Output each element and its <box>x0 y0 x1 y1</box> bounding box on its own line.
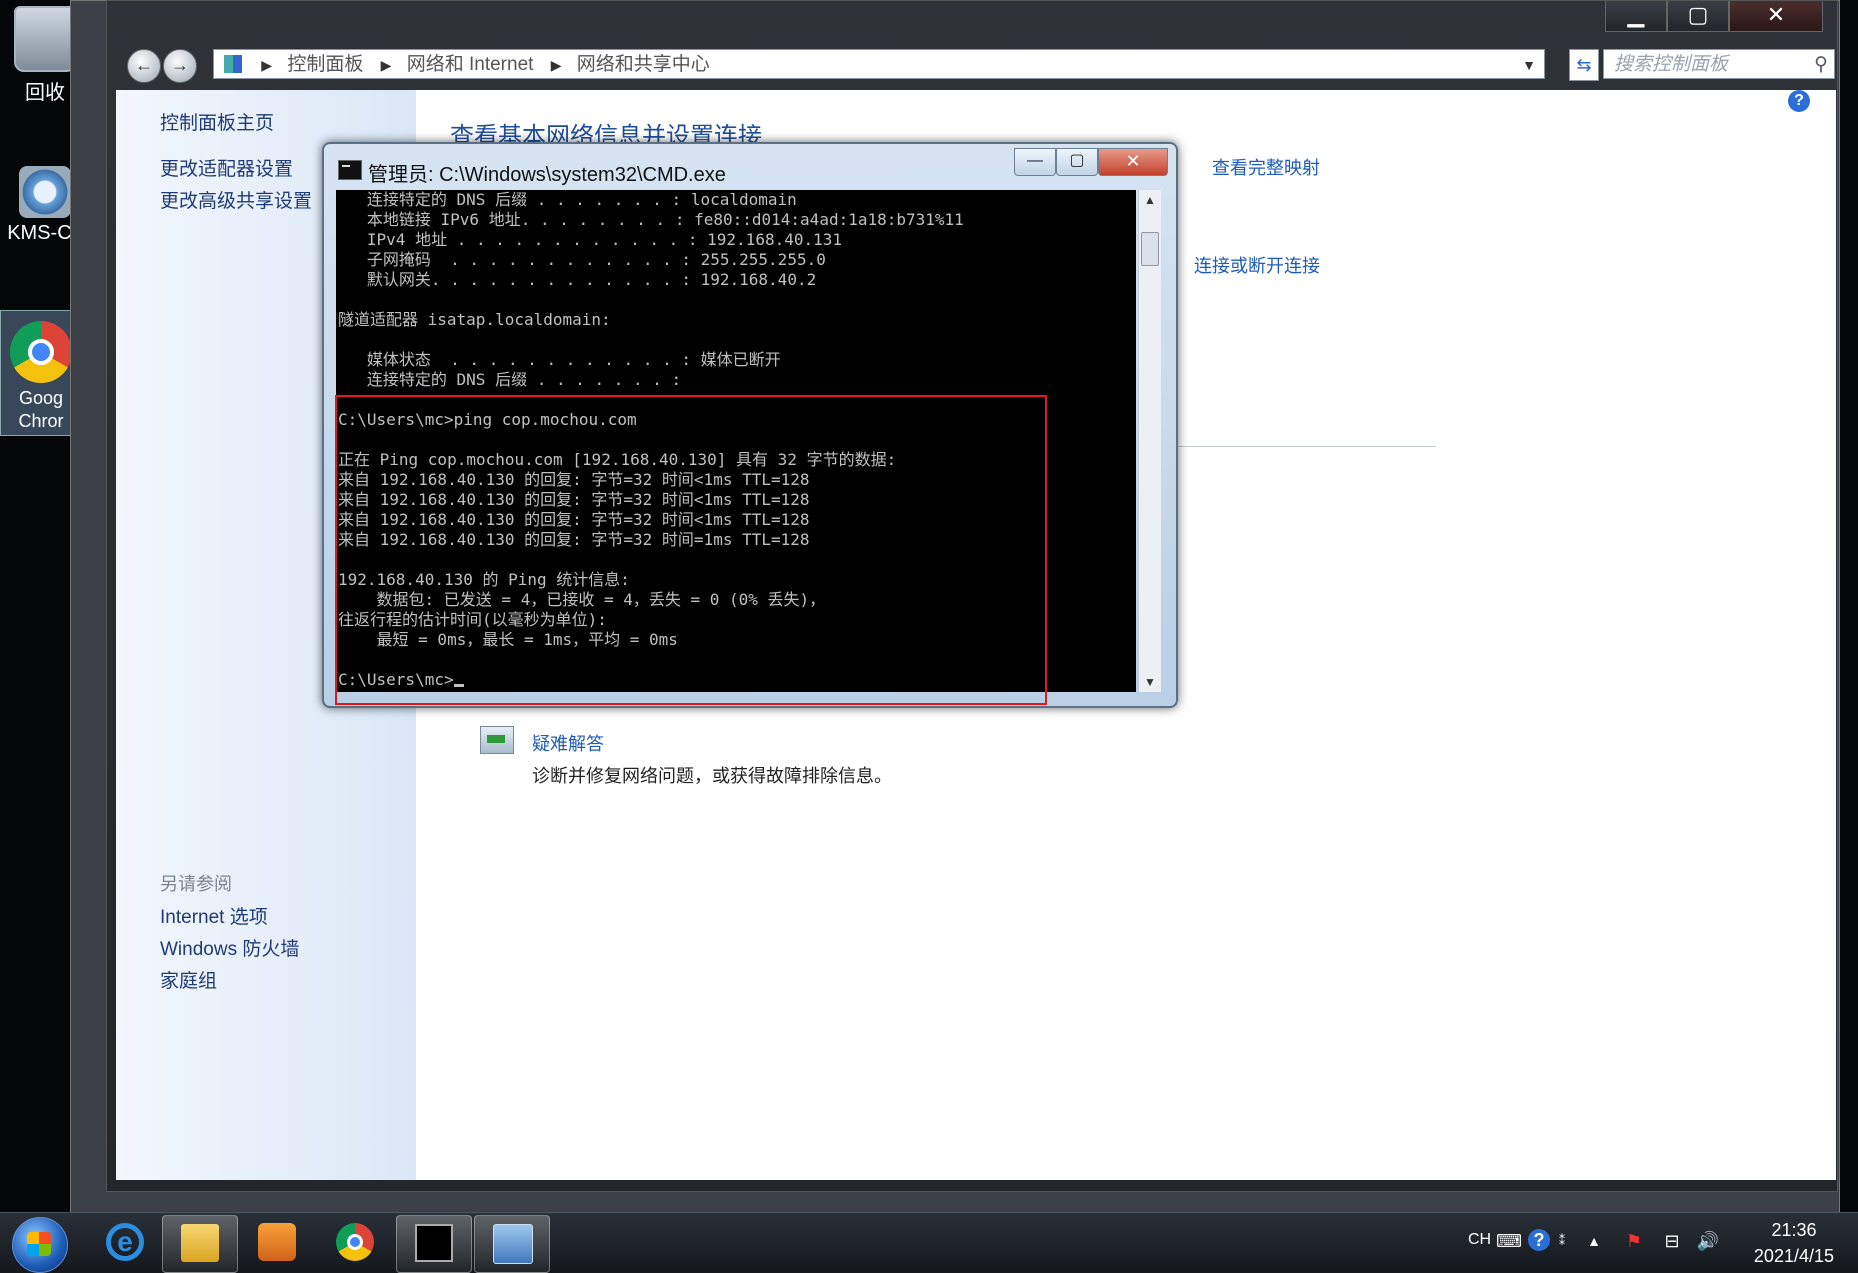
scroll-up-icon[interactable]: ▲ <box>1139 190 1161 210</box>
sidebar-item-adapter-settings[interactable]: 更改适配器设置 <box>160 154 293 181</box>
refresh-icon: ⇆ <box>1576 55 1592 75</box>
action-center-flag-icon[interactable]: ⚑ <box>1622 1229 1646 1253</box>
refresh-button[interactable]: ⇆ <box>1569 49 1599 81</box>
help-tray-icon[interactable]: ? <box>1528 1229 1550 1251</box>
search-input[interactable]: 搜索控制面板 ⚲ <box>1603 49 1835 79</box>
scroll-down-icon[interactable]: ▼ <box>1139 672 1161 692</box>
troubleshoot-icon <box>480 726 514 754</box>
scroll-thumb[interactable] <box>1141 232 1159 266</box>
breadcrumb-control-panel[interactable]: 控制面板 <box>287 54 363 75</box>
taskbar-app-cmd[interactable] <box>396 1215 472 1273</box>
taskbar-app-media-player[interactable] <box>240 1215 314 1271</box>
tray-language[interactable]: CH <box>1468 1231 1491 1249</box>
folder-icon <box>181 1224 219 1262</box>
volume-icon[interactable]: 🔊 <box>1696 1229 1720 1253</box>
console-line: 连接特定的 DNS 后缀 . . . . . . . : localdomain <box>338 190 797 209</box>
breadcrumb-separator-icon: ▶ <box>550 57 562 73</box>
keyboard-icon[interactable]: ⌨ <box>1496 1229 1522 1253</box>
start-button[interactable] <box>12 1217 68 1273</box>
gear-icon <box>19 166 71 218</box>
maximize-button[interactable]: ▢ <box>1667 1 1729 32</box>
breadcrumb-separator-icon: ▶ <box>380 57 392 73</box>
address-bar: ← → ▶ 控制面板 ▶ 网络和 Internet ▶ 网络和共享中心 ▼ ⇆ … <box>117 45 1837 85</box>
search-icon[interactable]: ⚲ <box>1814 50 1828 80</box>
highlight-box <box>335 395 1047 705</box>
troubleshoot-description: 诊断并修复网络问题，或获得故障排除信息。 <box>532 766 892 786</box>
cmd-maximize-button[interactable]: ▢ <box>1056 148 1098 176</box>
terminal-icon <box>415 1224 453 1262</box>
console-line: IPv4 地址 . . . . . . . . . . . . : 192.16… <box>338 230 843 249</box>
taskbar-app-ie[interactable]: e <box>88 1215 162 1271</box>
forward-button[interactable]: → <box>163 49 197 83</box>
cmd-window-title: 管理员: C:\Windows\system32\CMD.exe <box>368 164 726 186</box>
media-player-icon <box>258 1223 296 1261</box>
console-line: 隧道适配器 isatap.localdomain: <box>338 310 611 329</box>
desktop-icon-label: 回收 <box>25 82 65 104</box>
view-full-map-link[interactable]: 查看完整映射 <box>1212 154 1320 180</box>
taskbar-app-chrome[interactable] <box>318 1215 392 1271</box>
section-divider <box>1176 446 1436 447</box>
chrome-icon <box>336 1223 374 1261</box>
taskbar-app-network-center[interactable] <box>474 1215 550 1273</box>
breadcrumb-separator-icon: ▶ <box>261 57 273 73</box>
ime-options-icon[interactable]: ⁑ <box>1550 1229 1574 1253</box>
see-also-homegroup[interactable]: 家庭组 <box>160 966 217 993</box>
sidebar-item-advanced-sharing[interactable]: 更改高级共享设置 <box>160 186 312 213</box>
clock-date: 2021/4/15 <box>1753 1246 1834 1266</box>
taskbar: e CH ⌨ ? ⁑ ▲ ⚑ ⊟ 🔊 21:36 2021/4/15 <box>0 1212 1858 1273</box>
see-also-windows-firewall[interactable]: Windows 防火墙 <box>160 934 299 961</box>
cmd-close-button[interactable]: ✕ <box>1098 148 1168 176</box>
clock[interactable]: 21:36 2021/4/15 <box>1754 1217 1834 1269</box>
see-also-internet-options[interactable]: Internet 选项 <box>160 902 268 929</box>
sidebar-item-home[interactable]: 控制面板主页 <box>160 108 274 135</box>
network-center-icon <box>493 1224 533 1264</box>
cmd-caption-buttons: — ▢ ✕ <box>1014 148 1168 176</box>
window-caption-buttons: ▁ ▢ ✕ <box>1605 1 1823 32</box>
tray-expand-icon[interactable]: ▲ <box>1582 1229 1606 1253</box>
back-button[interactable]: ← <box>127 49 161 83</box>
clock-time: 21:36 <box>1771 1220 1817 1240</box>
taskbar-app-explorer[interactable] <box>162 1215 238 1273</box>
breadcrumb-network-sharing-center[interactable]: 网络和共享中心 <box>577 54 710 75</box>
address-input[interactable]: ▶ 控制面板 ▶ 网络和 Internet ▶ 网络和共享中心 ▼ <box>213 49 1545 79</box>
console-line: 默认网关. . . . . . . . . . . . . : 192.168.… <box>338 270 817 289</box>
console-line: 子网掩码 . . . . . . . . . . . . : 255.255.2… <box>338 250 826 269</box>
console-line: 本地链接 IPv6 地址. . . . . . . . : fe80::d014… <box>338 210 964 229</box>
search-placeholder: 搜索控制面板 <box>1614 54 1729 75</box>
forward-arrow-icon: → <box>171 55 189 75</box>
address-dropdown-icon[interactable]: ▼ <box>1522 50 1536 80</box>
help-icon[interactable]: ? <box>1788 90 1810 112</box>
ie-icon: e <box>106 1223 144 1261</box>
control-panel-icon <box>224 55 242 73</box>
minimize-button[interactable]: ▁ <box>1605 1 1667 32</box>
breadcrumb-network-internet[interactable]: 网络和 Internet <box>407 54 534 75</box>
console-line: 连接特定的 DNS 后缀 . . . . . . . : <box>338 370 682 389</box>
recycle-bin-icon <box>14 6 76 72</box>
cmd-icon <box>338 160 362 180</box>
see-also-header: 另请参阅 <box>160 874 232 894</box>
back-arrow-icon: ← <box>135 55 153 75</box>
desktop-icon-label: Goog Chror <box>18 388 64 431</box>
cmd-minimize-button[interactable]: — <box>1014 148 1056 176</box>
connect-disconnect-link[interactable]: 连接或断开连接 <box>1194 252 1320 278</box>
console-line: 媒体状态 . . . . . . . . . . . . : 媒体已断开 <box>338 350 781 369</box>
network-tray-icon[interactable]: ⊟ <box>1660 1229 1684 1253</box>
cmd-scrollbar[interactable]: ▲ ▼ <box>1138 190 1161 692</box>
chrome-icon <box>10 321 72 383</box>
troubleshoot-link[interactable]: 疑难解答 <box>532 730 604 756</box>
close-button[interactable]: ✕ <box>1729 1 1823 32</box>
